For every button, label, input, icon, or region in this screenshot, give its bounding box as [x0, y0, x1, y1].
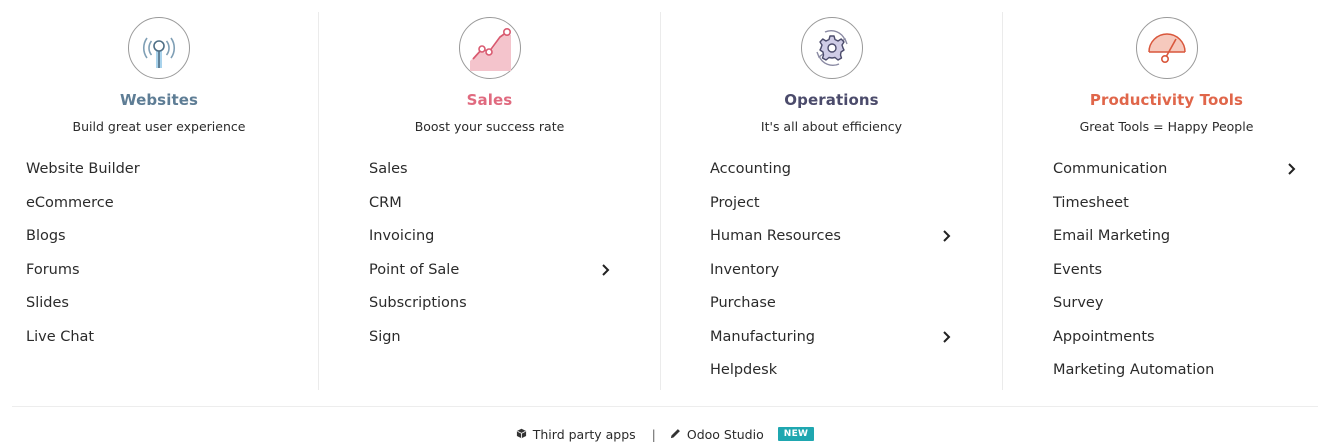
menu-item-timesheet[interactable]: Timesheet [1053, 192, 1297, 226]
menu-item-forums[interactable]: Forums [26, 259, 140, 293]
menu-item-manufacturing[interactable]: Manufacturing [710, 326, 951, 360]
menu-item-subscriptions[interactable]: Subscriptions [369, 292, 609, 326]
category-subtitle: Great Tools = Happy People [1079, 119, 1254, 134]
menu-item-live-chat[interactable]: Live Chat [26, 326, 140, 360]
category-websites: Websites Build great user experience Web… [0, 12, 318, 390]
category-header: Sales Boost your success rate [319, 17, 660, 135]
cube-icon [516, 427, 527, 442]
category-title: Productivity Tools [1089, 91, 1244, 109]
category-header: Websites Build great user experience [0, 17, 318, 135]
menu-item-point-of-sale[interactable]: Point of Sale [369, 259, 610, 293]
category-header: Operations It's all about efficiency [661, 17, 1002, 135]
third-party-apps-link[interactable]: Third party apps [516, 427, 636, 442]
category-sales: Sales Boost your success rate Sales CRM … [318, 12, 660, 390]
menu-item-blogs[interactable]: Blogs [26, 225, 140, 259]
menu-item-survey[interactable]: Survey [1053, 292, 1297, 326]
menu-item-purchase[interactable]: Purchase [710, 292, 950, 326]
pencil-icon [670, 427, 681, 442]
chevron-right-icon[interactable] [601, 263, 610, 277]
category-subtitle: Boost your success rate [414, 119, 565, 134]
antenna-icon [128, 17, 190, 79]
menu-item-helpdesk[interactable]: Helpdesk [710, 359, 950, 393]
category-title: Websites [119, 91, 199, 109]
menu-item-human-resources[interactable]: Human Resources [710, 225, 951, 259]
menu-item-project[interactable]: Project [710, 192, 950, 226]
category-app-list: Website Builder eCommerce Blogs Forums S… [26, 158, 140, 359]
category-app-list: Communication Timesheet Email Marketing … [1053, 158, 1297, 393]
category-title: Sales [466, 91, 513, 109]
odoo-studio-link[interactable]: Odoo Studio NEW [670, 426, 815, 442]
third-party-apps-label: Third party apps [532, 426, 636, 442]
menu-item-sales[interactable]: Sales [369, 158, 609, 192]
new-badge: NEW [777, 427, 815, 441]
menu-item-marketing-automation[interactable]: Marketing Automation [1053, 359, 1297, 393]
menu-item-label: Manufacturing [710, 328, 815, 345]
gear-icon [800, 17, 863, 79]
chevron-right-icon[interactable] [942, 229, 951, 243]
menu-item-label: Communication [1053, 161, 1168, 177]
menu-item-label: Human Resources [710, 228, 841, 244]
menu-item-appointments[interactable]: Appointments [1053, 326, 1297, 360]
menu-item-slides[interactable]: Slides [26, 292, 140, 326]
category-subtitle: It's all about efficiency [760, 119, 903, 134]
category-header: Productivity Tools Great Tools = Happy P… [1003, 17, 1330, 135]
chevron-right-icon[interactable] [1287, 162, 1296, 176]
menu-item-events[interactable]: Events [1053, 259, 1297, 293]
footer-divider [12, 406, 1318, 407]
menu-item-accounting[interactable]: Accounting [710, 158, 950, 192]
menu-item-inventory[interactable]: Inventory [710, 259, 950, 293]
footer-separator: | [651, 426, 656, 442]
category-subtitle: Build great user experience [72, 119, 246, 134]
menu-item-label: Point of Sale [369, 261, 460, 278]
menu-footer: Third party apps | Odoo Studio NEW [0, 424, 1330, 444]
sales-chart-icon [458, 17, 521, 79]
category-app-list: Accounting Project Human Resources Inven… [710, 158, 951, 393]
menu-item-website-builder[interactable]: Website Builder [26, 158, 140, 192]
menu-item-email-marketing[interactable]: Email Marketing [1053, 225, 1297, 259]
apps-mega-menu: Websites Build great user experience Web… [0, 12, 1330, 390]
category-title: Operations [784, 91, 879, 109]
menu-item-crm[interactable]: CRM [369, 192, 609, 226]
menu-item-communication[interactable]: Communication [1053, 158, 1297, 192]
chevron-right-icon[interactable] [942, 330, 951, 344]
menu-item-sign[interactable]: Sign [369, 326, 609, 360]
category-app-list: Sales CRM Invoicing Point of Sale Subscr… [369, 158, 610, 360]
odoo-studio-label: Odoo Studio [686, 426, 764, 442]
menu-item-invoicing[interactable]: Invoicing [369, 225, 609, 259]
category-operations: Operations It's all about efficiency Acc… [660, 12, 1002, 390]
menu-item-ecommerce[interactable]: eCommerce [26, 192, 140, 226]
category-productivity-tools: Productivity Tools Great Tools = Happy P… [1002, 12, 1330, 390]
gauge-icon [1135, 17, 1198, 79]
